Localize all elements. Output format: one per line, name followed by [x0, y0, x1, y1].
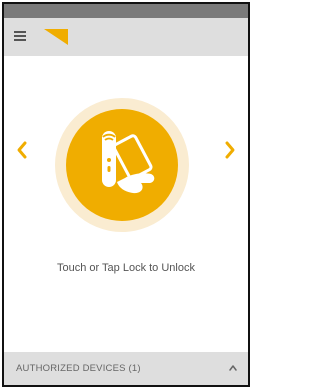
hamburger-menu-icon[interactable]: [14, 31, 26, 41]
app-bar: [4, 18, 248, 56]
chevron-up-icon[interactable]: [228, 363, 238, 373]
chevron-right-icon[interactable]: [222, 138, 238, 162]
logo-icon: [44, 29, 68, 45]
main-content: Touch or Tap Lock to Unlock: [4, 56, 248, 346]
status-bar: [4, 4, 248, 18]
lock-unlock-button[interactable]: [55, 98, 189, 232]
authorized-devices-label: AUTHORIZED DEVICES (1): [16, 363, 141, 374]
unlock-instruction: Touch or Tap Lock to Unlock: [57, 262, 195, 274]
authorized-devices-bar[interactable]: AUTHORIZED DEVICES (1): [4, 352, 248, 385]
phone-screen: Touch or Tap Lock to Unlock AUTHORIZED D…: [2, 2, 250, 387]
chevron-left-icon[interactable]: [14, 138, 30, 162]
